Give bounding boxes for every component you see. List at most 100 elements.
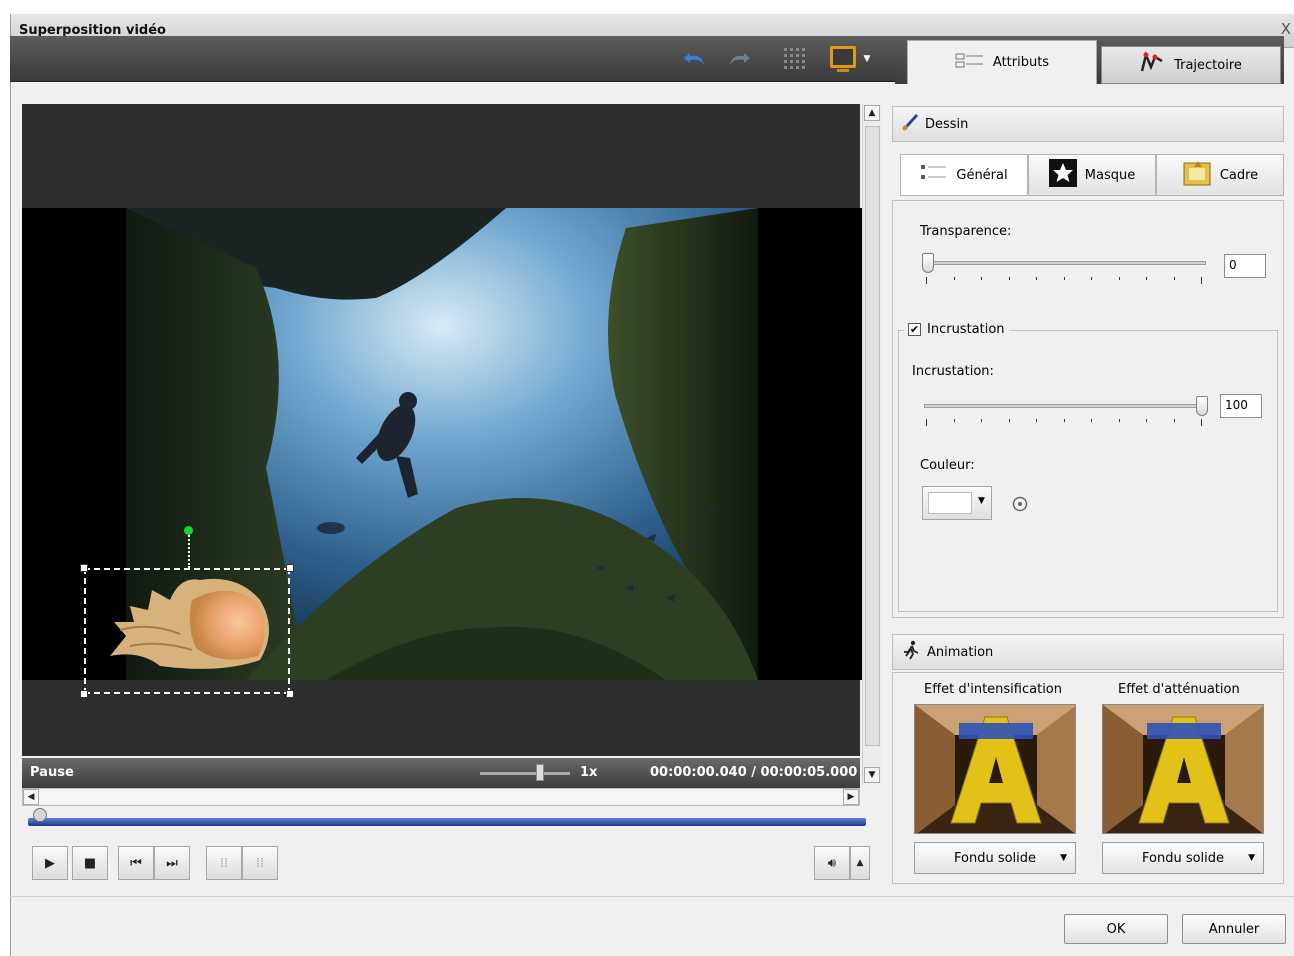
chroma-key-slider-track[interactable] [924,404,1206,408]
timeline-bar[interactable] [28,818,866,826]
attributes-icon [955,52,985,74]
skip-back-icon: ⏮ [130,855,142,871]
play-icon: ▶ [45,855,55,871]
fade-out-effect-preview[interactable] [1102,704,1264,834]
subtab-general[interactable]: Général [900,154,1028,196]
fade-in-effect-preview[interactable] [914,704,1076,834]
brush-icon [901,112,919,136]
previous-frame-button[interactable]: ⏮ [118,846,154,880]
color-label: Couleur: [920,458,975,473]
footer-divider [10,896,1294,897]
eyedropper-icon [1010,496,1030,518]
eyedropper-button[interactable] [1010,494,1030,514]
monitor-icon [828,44,858,74]
drawing-section-title: Dessin [925,116,969,132]
chevron-down-icon: ▼ [863,54,871,64]
next-frame-button[interactable]: ⏭ [154,846,190,880]
display-mode-button[interactable]: ▼ [824,44,874,74]
selection-box[interactable] [80,564,294,698]
tab-trajectoire-label: Trajectoire [1174,57,1242,73]
tab-trajectoire[interactable]: Trajectoire [1101,46,1281,84]
tab-attributs-label: Attributs [992,55,1050,70]
time-display: 00:00:00.040 / 00:00:05.000 [650,765,858,780]
scroll-down-arrow[interactable]: ▼ [864,767,880,783]
tab-attributs[interactable]: Attributs [907,40,1097,84]
chevron-down-icon: ▼ [1060,853,1067,863]
scroll-left-arrow[interactable]: ◀ [23,789,39,805]
video-preview[interactable] [22,104,863,756]
transparency-slider-thumb[interactable] [922,253,934,273]
resize-handle-sw[interactable] [80,690,88,698]
chroma-key-slider-thumb[interactable] [1196,396,1208,416]
volume-controls: 🔊︎ ▲ [814,846,870,880]
animation-section-title: Animation [927,644,994,660]
color-picker-dropdown[interactable]: ▼ [922,486,992,520]
undo-button[interactable] [678,44,712,74]
subtab-general-label: Général [956,167,1008,183]
volume-button[interactable]: 🔊︎ [814,846,850,880]
ok-button[interactable]: OK [1064,914,1168,944]
fade-in-effect-value: Fondu solide [953,850,1037,866]
grid-button[interactable] [778,44,812,74]
drawing-subtabs: Général Masque Cadre [900,154,1284,196]
speaker-icon: 🔊︎ [827,855,837,871]
general-list-icon [920,163,948,187]
chroma-key-value-field[interactable]: 100 [1220,394,1262,418]
resize-handle-nw[interactable] [80,564,88,572]
stop-icon: ■ [83,855,97,871]
editor-toolbar: ▼ [10,36,905,82]
running-figure-icon [901,640,921,664]
chroma-key-checkbox-label: Incrustation [927,322,1005,337]
chroma-key-label: Incrustation: [912,364,994,379]
rotate-handle-line [188,532,190,568]
preview-vertical-scrollbar[interactable]: ▲ ▼ [862,104,882,784]
chroma-key-toggle[interactable]: ✔ Incrustation [904,322,1009,337]
chevron-down-icon: ▼ [1248,853,1255,863]
subtab-cadre-label: Cadre [1219,167,1259,183]
chevron-up-icon: ▲ [856,858,864,868]
fade-in-label: Effet d'intensification [924,682,1062,697]
animation-section-header[interactable]: Animation [892,634,1284,670]
timeline-slider[interactable] [22,808,874,838]
redo-button[interactable] [722,44,756,74]
chroma-key-checkbox[interactable]: ✔ [908,323,921,336]
scroll-right-arrow[interactable]: ▶ [843,789,859,805]
speed-slider-thumb[interactable] [536,764,544,781]
resize-handle-ne[interactable] [286,564,294,572]
preview-horizontal-scrollbar[interactable]: ◀ ▶ [22,788,860,806]
subtab-masque[interactable]: Masque [1028,154,1156,196]
fade-out-label: Effet d'atténuation [1118,682,1240,697]
fade-out-effect-value: Fondu solide [1141,850,1225,866]
fade-in-effect-dropdown[interactable]: Fondu solide ▼ [914,842,1076,874]
drawing-section-header[interactable]: Dessin [892,106,1284,142]
cancel-button[interactable]: Annuler [1182,914,1286,944]
mark-out-button[interactable]: ⁞⁞ [242,846,278,880]
rotate-handle[interactable] [184,526,193,535]
mark-in-icon: ⁞⁞ [219,855,229,871]
playback-controls: ▶ ■ ⏮ ⏭ ⁞⁞ ⁞⁞ [32,846,278,880]
mark-out-icon: ⁞⁞ [255,855,265,871]
volume-menu-button[interactable]: ▲ [850,846,870,880]
stop-button[interactable]: ■ [72,846,108,880]
play-button[interactable]: ▶ [32,846,68,880]
subtab-masque-label: Masque [1084,167,1136,183]
color-swatch [928,492,972,514]
mark-in-button[interactable]: ⁞⁞ [206,846,242,880]
fade-out-effect-dropdown[interactable]: Fondu solide ▼ [1102,842,1264,874]
chevron-down-icon: ▼ [978,496,985,506]
transparency-slider-track[interactable] [924,261,1206,265]
timeline-playhead[interactable] [32,808,47,822]
transparency-ticks [926,277,1202,285]
transparency-value-field[interactable]: 0 [1224,254,1266,278]
chroma-key-ticks [926,419,1202,427]
trajectory-icon [1140,51,1166,79]
speed-slider-track[interactable] [480,772,570,775]
subtab-cadre[interactable]: Cadre [1156,154,1284,196]
player-status-bar: Pause 1x 00:00:00.040 / 00:00:05.000 [22,758,860,788]
resize-handle-se[interactable] [286,690,294,698]
grid-icon [782,46,808,72]
scroll-thumb[interactable] [865,126,880,746]
scroll-up-arrow[interactable]: ▲ [864,105,880,121]
playback-status: Pause [30,765,74,780]
undo-icon [682,49,708,69]
